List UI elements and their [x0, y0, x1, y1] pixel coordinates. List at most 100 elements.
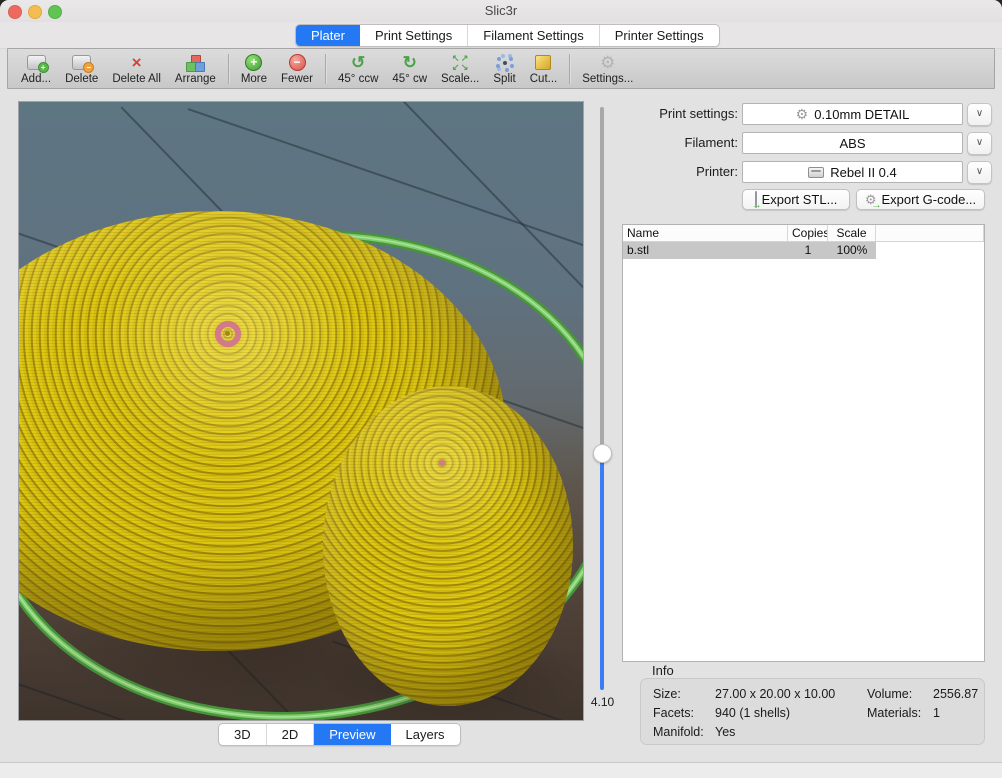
size-label: Size:	[653, 687, 715, 701]
toolbar-separator	[569, 54, 570, 84]
delete-all-button[interactable]: × Delete All	[105, 53, 168, 85]
filament-dropdown-button[interactable]: ∨	[967, 132, 992, 155]
materials-label: Materials:	[867, 706, 933, 720]
cut-icon	[535, 53, 551, 72]
filament-value: ABS	[839, 136, 865, 151]
slider-thumb[interactable]	[593, 444, 612, 463]
table-row[interactable]: b.stl 1 100%	[623, 242, 984, 259]
yellow-cube-glyph	[535, 55, 551, 70]
box-glyph: −	[72, 55, 91, 70]
info-spacer	[933, 725, 978, 739]
minus-badge-icon: −	[83, 62, 94, 73]
top-layer-highlight-dot	[439, 460, 445, 466]
scale-arrows-glyph: ↖↗↙↘	[451, 54, 469, 72]
toolbar-separator	[228, 54, 229, 84]
export-stl-icon: →	[755, 192, 757, 207]
view-tab-preview[interactable]: Preview	[314, 724, 390, 745]
column-header-copies[interactable]: Copies	[788, 225, 828, 241]
arrange-button[interactable]: Arrange	[168, 53, 223, 85]
rotate-cw-label: 45° cw	[392, 73, 427, 85]
column-header-scale[interactable]: Scale	[828, 225, 876, 241]
export-gcode-label: Export G-code...	[882, 192, 977, 207]
delete-button[interactable]: − Delete	[58, 53, 105, 85]
row-scale-cell: 100%	[828, 242, 876, 259]
printer-combo[interactable]: Rebel II 0.4	[742, 161, 963, 183]
size-value: 27.00 x 20.00 x 10.00	[715, 687, 867, 701]
print-settings-label: Print settings:	[622, 103, 738, 125]
red-x-glyph: ×	[132, 54, 142, 71]
row-name-cell: b.stl	[623, 242, 788, 259]
add-label: Add...	[21, 73, 51, 85]
export-gcode-icon: ⚙→	[865, 192, 877, 207]
export-gcode-button[interactable]: ⚙→ Export G-code...	[856, 189, 985, 210]
fewer-button[interactable]: − Fewer	[274, 53, 320, 85]
rotate-ccw-label: 45° ccw	[338, 73, 378, 85]
settings-gear-icon: ⚙	[600, 53, 615, 72]
layer-slider: 4.10	[583, 101, 622, 719]
print-settings-combo[interactable]: ⚙ 0.10mm DETAIL	[742, 103, 963, 125]
sliced-object-small[interactable]	[323, 386, 573, 706]
cw-arrow-glyph: ↻	[403, 54, 417, 71]
arrange-label: Arrange	[175, 73, 216, 85]
row-copies-cell: 1	[788, 242, 828, 259]
split-button[interactable]: Split	[486, 53, 522, 85]
ccw-arrow-glyph: ↺	[351, 54, 365, 71]
fewer-copies-icon: −	[289, 53, 306, 72]
print-settings-dropdown-button[interactable]: ∨	[967, 103, 992, 126]
box-glyph: +	[27, 55, 46, 70]
split-dots-glyph	[497, 55, 513, 71]
green-arrow-icon: →	[752, 200, 762, 211]
export-stl-button[interactable]: → Export STL...	[742, 189, 850, 210]
slider-track-lower[interactable]	[600, 453, 604, 690]
settings-label: Settings...	[582, 73, 633, 85]
chevron-down-icon: ∨	[976, 137, 983, 148]
printer-label: Printer:	[622, 161, 738, 183]
settings-button[interactable]: ⚙ Settings...	[575, 53, 640, 85]
facets-label: Facets:	[653, 706, 715, 720]
top-layer-highlight-ring	[215, 321, 241, 347]
tab-printer-settings[interactable]: Printer Settings	[600, 25, 719, 46]
tab-filament-settings[interactable]: Filament Settings	[468, 25, 599, 46]
arrange-icon	[186, 53, 204, 72]
object-list-header: Name Copies Scale	[623, 225, 984, 242]
view-tab-layers[interactable]: Layers	[391, 724, 460, 745]
scale-icon: ↖↗↙↘	[451, 53, 469, 72]
filament-combo[interactable]: ABS	[742, 132, 963, 154]
info-panel: Size: 27.00 x 20.00 x 10.00 Volume: 2556…	[640, 678, 985, 745]
plus-circle-glyph: +	[245, 54, 262, 71]
printer-value: Rebel II 0.4	[830, 165, 897, 180]
view-tab-2d[interactable]: 2D	[267, 724, 315, 745]
delete-all-label: Delete All	[112, 73, 161, 85]
view-mode-tabs: 3D 2D Preview Layers	[218, 723, 461, 746]
scale-button[interactable]: ↖↗↙↘ Scale...	[434, 53, 486, 85]
delete-object-icon: −	[72, 53, 91, 72]
add-object-icon: +	[27, 53, 46, 72]
tab-print-settings[interactable]: Print Settings	[360, 25, 468, 46]
object-list[interactable]: Name Copies Scale b.stl 1 100%	[622, 224, 985, 662]
slider-track-upper[interactable]	[600, 107, 604, 453]
export-stl-label: Export STL...	[762, 192, 838, 207]
cut-label: Cut...	[530, 73, 557, 85]
rotate-cw-button[interactable]: ↻ 45° cw	[385, 53, 434, 85]
rotate-ccw-button[interactable]: ↺ 45° ccw	[331, 53, 385, 85]
main-tabs: Plater Print Settings Filament Settings …	[295, 24, 720, 47]
add-button[interactable]: + Add...	[14, 53, 58, 85]
more-button[interactable]: + More	[234, 53, 274, 85]
column-header-name[interactable]: Name	[623, 225, 788, 241]
status-bar	[0, 762, 1002, 778]
volume-value: 2556.87	[933, 687, 978, 701]
cut-button[interactable]: Cut...	[523, 53, 564, 85]
chevron-down-icon: ∨	[976, 108, 983, 119]
split-label: Split	[493, 73, 515, 85]
delete-label: Delete	[65, 73, 98, 85]
printer-dropdown-button[interactable]: ∨	[967, 161, 992, 184]
tab-plater[interactable]: Plater	[296, 25, 360, 46]
3d-viewport[interactable]	[18, 101, 584, 721]
view-tab-3d[interactable]: 3D	[219, 724, 267, 745]
cubes-glyph	[186, 55, 204, 71]
gear-icon: ⚙	[796, 107, 809, 121]
rotate-ccw-icon: ↺	[351, 53, 365, 72]
chevron-down-icon: ∨	[976, 166, 983, 177]
row-filler-cell	[876, 242, 984, 259]
titlebar: Slic3r	[0, 0, 1002, 22]
